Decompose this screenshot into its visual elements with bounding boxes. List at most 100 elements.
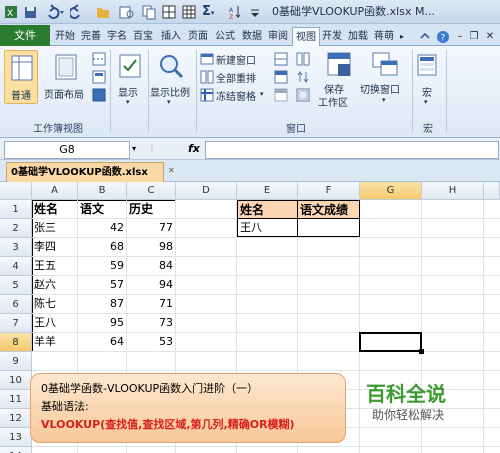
table-cell[interactable]: 42 [78,219,127,238]
open-icon[interactable] [96,4,110,20]
workbook-tab[interactable]: 0基础学VLOOKUP函数.xlsx [6,162,164,182]
table-cell[interactable]: 98 [127,238,176,257]
row-header-12[interactable]: 12 [0,409,32,428]
table-cell[interactable]: 73 [127,314,176,333]
table-cell[interactable]: 王八 [32,314,78,333]
page-layout-view-button[interactable]: 页面布局 [44,50,88,104]
view-side-by-side-icon[interactable] [296,52,310,66]
name-box-dropdown-icon[interactable]: ▾ [132,141,136,157]
redo-icon[interactable] [68,4,88,20]
row-header-7[interactable]: 7 [0,314,32,333]
table-cell[interactable]: 87 [78,295,127,314]
fill-handle[interactable] [419,349,424,354]
table-cell[interactable]: 95 [78,314,127,333]
help-icon[interactable]: ? [436,27,450,46]
file-tab[interactable]: 文件 [0,25,50,46]
normal-view-button[interactable]: 普通 [4,50,38,104]
restore-icon[interactable]: ❐ [468,27,480,46]
tab-review[interactable]: 审阅 [266,27,290,46]
undo-icon[interactable] [44,4,66,20]
synchronous-scrolling-icon[interactable] [296,70,310,84]
copy-icon[interactable] [142,4,156,20]
tab-developer[interactable]: 开发 [320,27,344,46]
close-icon[interactable]: ✕ [484,27,496,46]
row-header-3[interactable]: 3 [0,238,32,257]
tab-jiangmeng[interactable]: 蒋萌 [372,27,396,46]
customize-quick-access-icon[interactable] [248,4,262,20]
table-cell[interactable]: 李四 [32,238,78,257]
page-break-preview-icon[interactable] [92,52,106,66]
save-icon[interactable] [24,4,38,20]
row-header-1[interactable]: 1 [0,200,32,219]
column-header-e[interactable]: E [237,182,298,200]
excel-app-icon[interactable]: X [4,4,18,20]
tab-scroll-right-icon[interactable]: ▸ [397,27,407,46]
column-header-a[interactable]: A [32,182,78,200]
formula-input[interactable] [205,141,499,159]
row-header-6[interactable]: 6 [0,295,32,314]
tab-home[interactable]: 开始 [53,27,77,46]
row-header-11[interactable]: 11 [0,390,32,409]
full-screen-icon[interactable] [92,88,106,102]
table-icon[interactable] [182,4,196,20]
table-header[interactable]: 姓名 [237,200,298,219]
column-header-g[interactable]: G [360,182,422,200]
autosum-icon[interactable]: Σ▾ [202,4,220,20]
table-cell[interactable]: 赵六 [32,276,78,295]
table-cell[interactable]: 94 [127,276,176,295]
row-header-14[interactable]: 14 [0,447,32,453]
tab-view[interactable]: 视图 [292,27,320,48]
table-header[interactable]: 语文成绩 [297,200,360,219]
column-header-next[interactable] [484,182,500,200]
help-collapse-icon[interactable] [418,27,432,46]
name-box[interactable]: G8 [4,141,130,159]
custom-views-icon[interactable] [92,70,106,84]
switch-windows-button[interactable]: 切换窗口 ▾ [360,50,412,112]
table-cell[interactable]: 71 [127,295,176,314]
column-header-f[interactable]: F [298,182,360,200]
table-cell[interactable]: 59 [78,257,127,276]
minimize-ribbon-icon[interactable]: – [454,27,466,46]
table-cell[interactable]: 77 [127,219,176,238]
tab-ziming[interactable]: 字名 [105,27,129,46]
table-cell[interactable]: 57 [78,276,127,295]
arrange-all-button[interactable]: 全部重排 [200,70,270,85]
hide-window-icon[interactable] [274,70,288,84]
row-header-13[interactable]: 13 [0,428,32,447]
tab-formulas[interactable]: 公式 [213,27,237,46]
unhide-window-icon[interactable] [274,88,288,102]
table-cell[interactable]: 陈七 [32,295,78,314]
column-header-h[interactable]: H [422,182,484,200]
table-cell[interactable]: 王五 [32,257,78,276]
table-cell[interactable]: 68 [78,238,127,257]
table-cell[interactable]: 53 [127,333,176,352]
selected-cell-g8[interactable] [359,332,422,352]
table-header[interactable]: 姓名 [32,200,78,219]
save-workspace-button[interactable]: 保存 工作区 [318,50,360,112]
row-header-8[interactable]: 8 [0,333,32,352]
table-header[interactable]: 历史 [127,200,176,219]
row-header-2[interactable]: 2 [0,219,32,238]
row-header-9[interactable]: 9 [0,352,32,371]
insert-function-button[interactable]: fx [188,141,200,157]
table-cell[interactable]: 羊羊 [32,333,78,352]
table-cell[interactable]: 王八 [237,218,298,237]
table-cell[interactable]: 张三 [32,219,78,238]
row-header-10[interactable]: 10 [0,371,32,390]
macros-button[interactable]: 宏 ▾ [414,52,442,112]
sort-icon[interactable]: AZ [228,4,242,21]
row-header-5[interactable]: 5 [0,276,32,295]
new-window-button[interactable]: 新建窗口 [200,52,270,67]
tab-baibao[interactable]: 百宝 [131,27,155,46]
zoom-button[interactable]: 显示比例 ▾ [150,52,192,112]
column-header-d[interactable]: D [176,182,237,200]
table-cell[interactable]: 84 [127,257,176,276]
tab-insert[interactable]: 插入 [159,27,183,46]
tab-enhance[interactable]: 完善 [79,27,103,46]
freeze-panes-button[interactable]: 冻结窗格 ▾ [200,88,270,103]
row-header-4[interactable]: 4 [0,257,32,276]
tab-addins[interactable]: 加载 [346,27,370,46]
split-icon[interactable] [274,52,288,66]
tab-data[interactable]: 数据 [240,27,264,46]
table-cell[interactable]: 64 [78,333,127,352]
